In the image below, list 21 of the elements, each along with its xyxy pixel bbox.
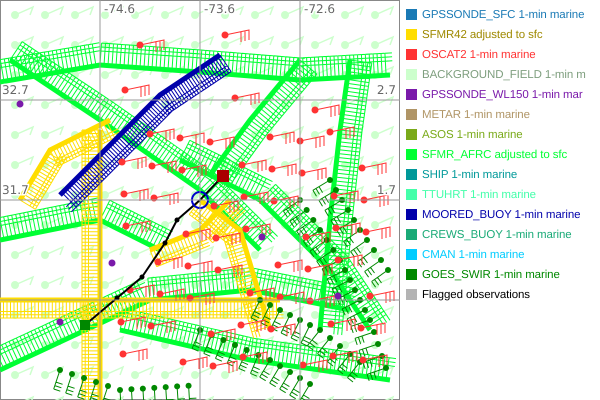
latitude-label: 2.7 <box>376 83 396 97</box>
legend-label: BACKGROUND_FIELD 1-min m <box>422 68 586 80</box>
legend-label: GPSSONDE_SFC 1-min marine <box>422 8 584 20</box>
legend-label: CREWS_BUOY 1-min marine <box>422 228 572 240</box>
legend-label: SFMR_AFRC adjusted to sfc <box>422 148 568 160</box>
longitude-label: -74.6 <box>104 2 136 16</box>
legend-label: Flagged observations <box>422 288 530 300</box>
legend-label: METAR 1-min marine <box>422 108 530 120</box>
legend-label: CMAN 1-min marine <box>422 248 524 260</box>
longitude-label: -73.6 <box>204 2 236 16</box>
legend-label: GPSSONDE_WL150 1-min mar <box>422 88 583 100</box>
longitude-label: -72.6 <box>304 2 336 16</box>
legend-label: OSCAT2 1-min marine <box>422 48 536 60</box>
legend-label: SHIP 1-min marine <box>422 168 518 180</box>
legend-label: GOES_SWIR 1-min marine <box>422 268 560 280</box>
latitude-label: 1.7 <box>376 183 396 197</box>
legend-label: TTUHRT 1-min marine <box>422 188 536 200</box>
legend-label: MOORED_BUOY 1-min marine <box>422 208 580 220</box>
latitude-label: 32.7 <box>2 83 29 97</box>
legend-label: SFMR42 adjusted to sfc <box>422 28 543 40</box>
legend-label: ASOS 1-min marine <box>422 128 523 140</box>
